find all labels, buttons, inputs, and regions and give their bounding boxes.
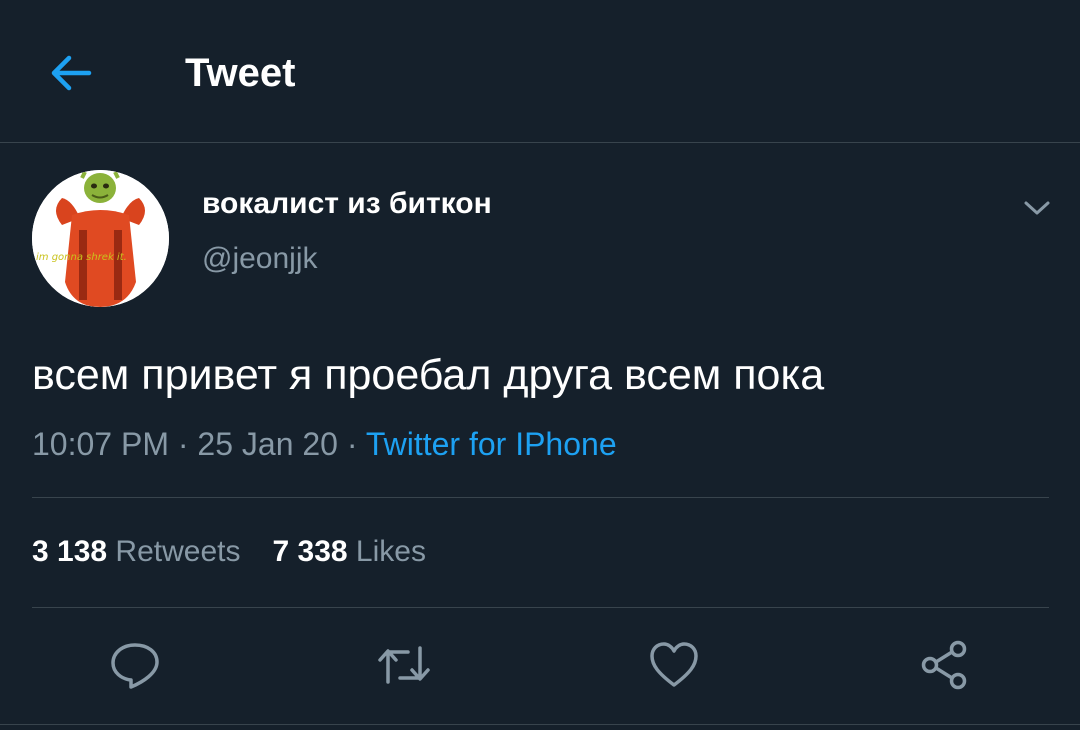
author-handle[interactable]: @jeonjjk bbox=[202, 240, 318, 278]
likes-label: Likes bbox=[355, 535, 426, 568]
share-button[interactable] bbox=[914, 637, 974, 693]
meta-separator: · bbox=[177, 426, 189, 462]
divider bbox=[32, 607, 1049, 608]
heart-icon bbox=[650, 642, 698, 687]
author-display-name[interactable]: вокалист из биткон bbox=[202, 186, 492, 222]
share-icon bbox=[921, 640, 967, 690]
meta-separator: · bbox=[346, 426, 358, 462]
tweet-stats: 3 138 Retweets 7 338 Likes bbox=[32, 532, 426, 572]
retweets-label: Retweets bbox=[115, 535, 241, 568]
avatar-caption: im gonna shrek it. bbox=[36, 252, 127, 263]
retweets-stat[interactable]: 3 138 Retweets bbox=[32, 535, 240, 568]
tweet-detail-screen: Tweet im gonna shrek it. вокалист из бит… bbox=[0, 0, 1080, 730]
retweet-icon bbox=[378, 646, 430, 684]
tweet-source-link[interactable]: Twitter for IPhone bbox=[366, 426, 617, 462]
likes-count: 7 338 bbox=[272, 535, 348, 568]
chevron-down-icon bbox=[1024, 201, 1050, 215]
divider bbox=[0, 724, 1080, 725]
back-button[interactable] bbox=[44, 48, 98, 98]
divider bbox=[32, 497, 1049, 498]
avatar[interactable]: im gonna shrek it. bbox=[32, 170, 169, 307]
tweet-metadata: 10:07 PM · 25 Jan 20 · Twitter for IPhon… bbox=[32, 424, 617, 464]
tweet-menu-button[interactable] bbox=[1018, 190, 1056, 226]
retweet-button[interactable] bbox=[374, 637, 434, 693]
likes-stat[interactable]: 7 338 Likes bbox=[272, 535, 425, 568]
page-title: Tweet bbox=[185, 51, 296, 95]
arrow-left-icon bbox=[51, 55, 92, 91]
tweet-text: всем привет я проебал друга всем пока bbox=[32, 351, 825, 399]
tweet-date: 25 Jan 20 bbox=[197, 426, 338, 462]
like-button[interactable] bbox=[644, 637, 704, 693]
top-bar: Tweet bbox=[0, 0, 1080, 143]
retweets-count: 3 138 bbox=[32, 535, 108, 568]
reply-icon bbox=[111, 643, 159, 689]
reply-button[interactable] bbox=[105, 637, 165, 693]
avatar-image: im gonna shrek it. bbox=[32, 170, 169, 307]
tweet-time: 10:07 PM bbox=[32, 426, 169, 462]
